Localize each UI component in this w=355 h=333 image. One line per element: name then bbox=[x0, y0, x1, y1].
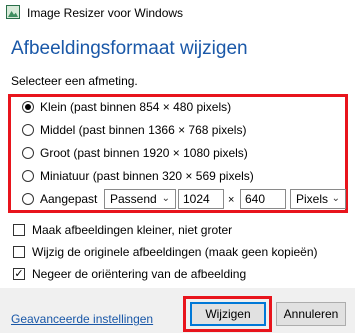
size-option-custom[interactable]: Aangepast bbox=[22, 192, 97, 206]
chevron-down-icon: ⌄ bbox=[331, 193, 340, 204]
page-title: Afbeeldingsformaat wijzigen bbox=[11, 38, 248, 59]
height-input[interactable]: 640 bbox=[240, 189, 286, 209]
chevron-down-icon: ⌄ bbox=[161, 193, 170, 204]
size-option-small[interactable]: Klein (past binnen 854 × 480 pixels) bbox=[22, 100, 231, 114]
resize-button[interactable]: Wijzigen bbox=[190, 302, 266, 326]
width-input[interactable]: 1024 bbox=[178, 189, 224, 209]
unit-select[interactable]: Pixels ⌄ bbox=[290, 189, 346, 209]
cancel-button[interactable]: Annuleren bbox=[276, 302, 346, 326]
window-title: Image Resizer voor Windows bbox=[27, 6, 184, 20]
size-option-medium[interactable]: Middel (past binnen 1366 × 768 pixels) bbox=[22, 123, 246, 137]
radio-medium[interactable] bbox=[22, 124, 34, 136]
size-option-label: Middel (past binnen 1366 × 768 pixels) bbox=[40, 123, 247, 137]
custom-label: Aangepast bbox=[40, 192, 98, 206]
radio-custom[interactable] bbox=[22, 193, 34, 205]
size-option-label: Miniatuur (past binnen 320 × 569 pixels) bbox=[40, 169, 254, 183]
radio-large[interactable] bbox=[22, 147, 34, 159]
checkbox-replace-originals[interactable] bbox=[13, 246, 25, 258]
size-option-label: Klein (past binnen 854 × 480 pixels) bbox=[40, 100, 232, 114]
title-bar: Image Resizer voor Windows bbox=[0, 0, 355, 26]
radio-thumbnail[interactable] bbox=[22, 170, 34, 182]
times-sign: × bbox=[228, 194, 235, 206]
option-label: Negeer de oriëntering van de afbeelding bbox=[32, 267, 247, 281]
option-shrink-only[interactable]: Maak afbeeldingen kleiner, niet groter bbox=[13, 223, 232, 237]
fit-mode-select[interactable]: Passend ⌄ bbox=[104, 189, 176, 209]
size-prompt: Selecteer een afmeting. bbox=[11, 74, 138, 88]
option-ignore-orientation[interactable]: ✓ Negeer de oriëntering van de afbeeldin… bbox=[13, 267, 246, 281]
unit-value: Pixels bbox=[296, 192, 329, 206]
radio-small[interactable] bbox=[22, 101, 34, 113]
size-option-label: Groot (past binnen 1920 × 1080 pixels) bbox=[40, 146, 248, 160]
advanced-settings-link[interactable]: Geavanceerde instellingen bbox=[11, 312, 153, 326]
option-label: Wijzig de originele afbeeldingen (maak g… bbox=[32, 245, 318, 259]
option-replace-originals[interactable]: Wijzig de originele afbeeldingen (maak g… bbox=[13, 245, 318, 259]
size-option-large[interactable]: Groot (past binnen 1920 × 1080 pixels) bbox=[22, 146, 248, 160]
size-option-thumbnail[interactable]: Miniatuur (past binnen 320 × 569 pixels) bbox=[22, 169, 254, 183]
checkbox-ignore-orientation[interactable]: ✓ bbox=[13, 268, 25, 280]
fit-mode-value: Passend bbox=[110, 192, 157, 206]
image-icon bbox=[6, 5, 20, 19]
checkbox-shrink-only[interactable] bbox=[13, 224, 25, 236]
option-label: Maak afbeeldingen kleiner, niet groter bbox=[32, 223, 233, 237]
